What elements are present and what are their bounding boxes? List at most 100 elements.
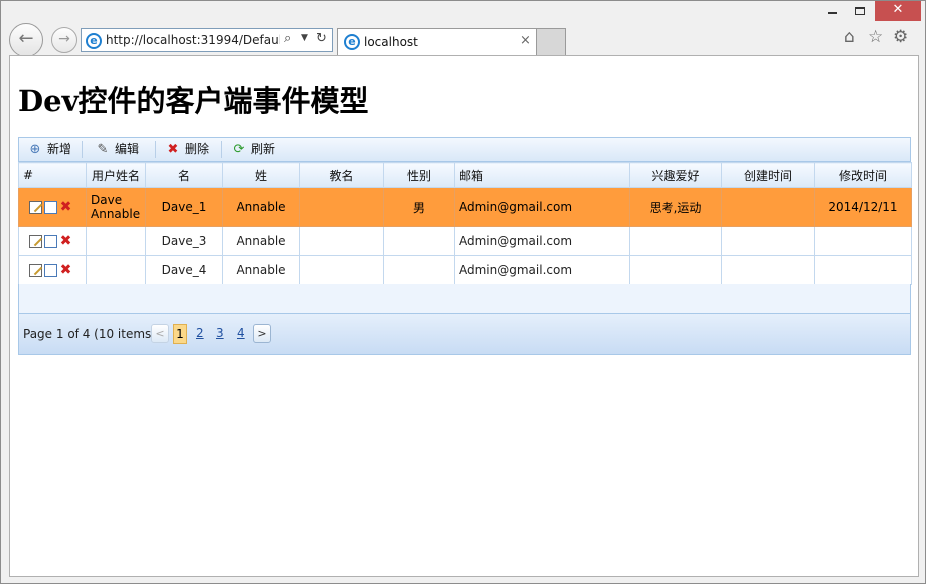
chevron-right-icon: >	[257, 327, 267, 340]
grid-pager: Page 1 of 4 (10 items) < 1 2 3 4 >	[18, 313, 911, 355]
cell-last-name: Annable	[222, 226, 300, 256]
row-edit-icon[interactable]	[29, 264, 42, 277]
pager-page-1[interactable]: 1	[173, 324, 187, 344]
toolbar-divider	[221, 141, 222, 158]
cell-first-name: Dave_1	[145, 187, 223, 227]
navigation-bar: ← → e ⌕ ▼ ↻ e localhost × ⌂ ☆ ⚙	[1, 23, 925, 57]
column-header-created[interactable]: 创建时间	[721, 162, 815, 188]
settings-icon[interactable]: ⚙	[893, 27, 908, 47]
row-command-cell: ✖	[18, 255, 87, 285]
search-icon[interactable]: ⌕	[284, 31, 291, 46]
edit-icon: ✎	[97, 142, 109, 157]
cell-last-name: Annable	[222, 187, 300, 227]
browser-window: ✕ ← → e ⌕ ▼ ↻ e localhost × ⌂ ☆ ⚙ Dev控件的…	[0, 0, 926, 584]
cell-user-name	[86, 255, 146, 285]
favorites-icon[interactable]: ☆	[868, 27, 883, 47]
row-new-icon[interactable]	[44, 201, 57, 214]
close-window-button[interactable]: ✕	[875, 1, 921, 21]
ie-icon: e	[344, 34, 360, 50]
grid-toolbar: ⊕ 新增 ✎ 编辑 ✖ 删除 ⟳ 刷新	[18, 137, 911, 162]
delete-label: 删除	[185, 142, 210, 156]
page-title: Dev控件的客户端事件模型	[18, 84, 369, 118]
maximize-icon	[855, 6, 865, 15]
cell-first-name: Dave_3	[145, 226, 223, 256]
cell-modified: 2014/12/11	[814, 187, 912, 227]
grid-empty-area	[18, 284, 911, 313]
refresh-button[interactable]: ⟳ 刷新	[223, 138, 275, 161]
edit-label: 编辑	[115, 142, 140, 156]
column-header-first-name[interactable]: 名	[145, 162, 223, 188]
pager-page-3[interactable]: 3	[216, 326, 224, 340]
add-button[interactable]: ⊕ 新增	[19, 138, 71, 161]
cell-christian-name	[299, 255, 384, 285]
column-header-modified[interactable]: 修改时间	[814, 162, 912, 188]
delete-icon: ✖	[167, 142, 179, 157]
row-new-icon[interactable]	[44, 235, 57, 248]
cell-user-name	[86, 226, 146, 256]
data-grid: # 用户姓名 名 姓 教名 性别 邮箱 兴趣爱好 创建时间 修改时间 ✖ Dav…	[18, 162, 912, 285]
table-row[interactable]: ✖ Dave Annable Dave_1 Annable 男 Admin@gm…	[18, 187, 912, 227]
chevron-down-icon[interactable]: ▼	[301, 33, 308, 43]
delete-button[interactable]: ✖ 删除	[157, 138, 209, 161]
row-delete-icon[interactable]: ✖	[59, 263, 72, 277]
cell-gender	[383, 255, 455, 285]
cell-christian-name	[299, 226, 384, 256]
address-input[interactable]	[106, 32, 280, 48]
column-header-email[interactable]: 邮箱	[454, 162, 630, 188]
pager-page-2[interactable]: 2	[196, 326, 204, 340]
tab-close-icon[interactable]: ×	[520, 33, 531, 48]
grid-header-row: # 用户姓名 名 姓 教名 性别 邮箱 兴趣爱好 创建时间 修改时间	[18, 162, 912, 188]
column-header-index[interactable]: #	[18, 162, 87, 188]
edit-button[interactable]: ✎ 编辑	[87, 138, 139, 161]
ie-icon: e	[86, 33, 102, 49]
cell-created	[721, 226, 815, 256]
close-icon: ✕	[892, 2, 904, 17]
row-new-icon[interactable]	[44, 264, 57, 277]
cell-gender	[383, 226, 455, 256]
row-command-cell: ✖	[18, 187, 87, 227]
table-row[interactable]: ✖ Dave_3 Annable Admin@gmail.com	[18, 226, 912, 256]
page-viewport: Dev控件的客户端事件模型 ⊕ 新增 ✎ 编辑 ✖ 删除 ⟳ 刷新 # 用户姓名…	[9, 55, 919, 577]
pager-page-4[interactable]: 4	[237, 326, 245, 340]
tab-title: localhost	[364, 35, 418, 49]
column-header-hobby[interactable]: 兴趣爱好	[629, 162, 722, 188]
refresh-icon[interactable]: ↻	[316, 31, 327, 46]
cell-created	[721, 187, 815, 227]
next-page-button[interactable]: >	[253, 324, 271, 343]
row-delete-icon[interactable]: ✖	[59, 200, 72, 214]
row-command-cell: ✖	[18, 226, 87, 256]
forward-icon: →	[58, 31, 70, 47]
tab-localhost[interactable]: e localhost ×	[337, 28, 537, 55]
refresh-icon: ⟳	[233, 142, 245, 157]
prev-page-button[interactable]: <	[151, 324, 169, 343]
row-delete-icon[interactable]: ✖	[59, 234, 72, 248]
table-row[interactable]: ✖ Dave_4 Annable Admin@gmail.com	[18, 255, 912, 285]
home-icon[interactable]: ⌂	[844, 27, 855, 47]
maximize-button[interactable]	[847, 1, 873, 21]
add-icon: ⊕	[29, 142, 41, 157]
cell-email: Admin@gmail.com	[454, 255, 630, 285]
new-tab-button[interactable]	[537, 28, 566, 55]
cell-hobby	[629, 255, 722, 285]
chevron-left-icon: <	[155, 327, 165, 340]
row-edit-icon[interactable]	[29, 235, 42, 248]
cell-first-name: Dave_4	[145, 255, 223, 285]
cell-christian-name	[299, 187, 384, 227]
column-header-last-name[interactable]: 姓	[222, 162, 300, 188]
minimize-button[interactable]	[819, 1, 845, 21]
back-button[interactable]: ←	[9, 23, 43, 57]
cell-created	[721, 255, 815, 285]
row-edit-icon[interactable]	[29, 201, 42, 214]
cell-modified	[814, 255, 912, 285]
column-header-user-name[interactable]: 用户姓名	[86, 162, 146, 188]
pager-summary: Page 1 of 4 (10 items)	[23, 327, 156, 341]
cell-email: Admin@gmail.com	[454, 226, 630, 256]
column-header-gender[interactable]: 性别	[383, 162, 455, 188]
cell-hobby: 思考,运动	[629, 187, 722, 227]
cell-modified	[814, 226, 912, 256]
cell-user-name: Dave Annable	[86, 187, 146, 227]
column-header-christian-name[interactable]: 教名	[299, 162, 384, 188]
title-bar: ✕	[1, 1, 925, 23]
address-bar[interactable]: e ⌕ ▼ ↻	[81, 28, 333, 52]
forward-button[interactable]: →	[51, 27, 77, 53]
